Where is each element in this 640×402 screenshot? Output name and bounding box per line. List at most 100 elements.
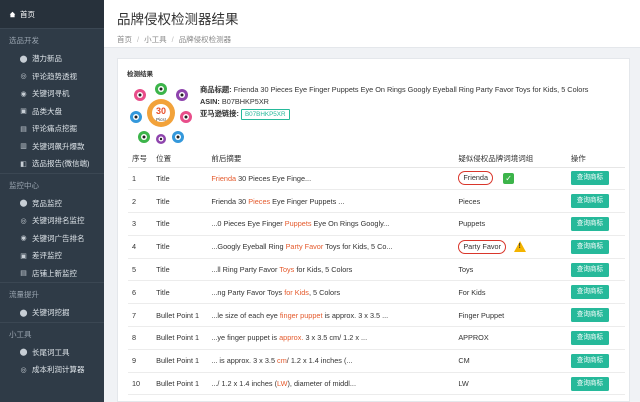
suspected-term: For Kids [458,287,486,297]
row-term-cell: Party Favor! [458,235,571,259]
row-number: 3 [128,212,157,236]
row-position: Bullet Point 1 [156,326,212,350]
product-image: 30 Pics! [128,81,194,145]
context-highlight: Pieces [248,196,271,206]
sidebar-item[interactable]: ▤ 店铺上新监控 [0,265,104,283]
check-icon: ✓ [503,172,515,184]
result-panel: 检测结果 30 Pics! 商品标题: Frienda 30 Pieces Ey… [117,58,630,402]
sidebar-item[interactable]: ▤ 评论痛点挖掘 [0,120,104,138]
sidebar-section-title: 流量提升 [0,282,104,304]
sidebar-item[interactable]: ▣ 品类大盘 [0,103,104,121]
query-trademark-button[interactable]: 查询商标 [570,308,610,323]
row-action-cell: 查询商标 [570,303,625,328]
row-action-cell: 查询商标 [570,372,625,396]
product-summary: 30 Pics! 商品标题: Frienda 30 Pieces Eye Fin… [128,81,623,145]
context-after: for Kids, 5 Colors [294,265,353,275]
sidebar-item[interactable]: ◎ 成本利润计算器 [0,361,104,379]
context-before: ...ng Party Favor Toys [211,287,285,297]
sidebar-item[interactable]: ⬤ 竞品监控 [0,195,104,213]
product-link-line: 亚马逊链接: B07BHKP5XR [200,108,588,120]
table-row: 9 Bullet Point 1... is approx. 3 x 3.5 cm… [128,349,625,373]
sidebar-item[interactable]: ▣ 差评监控 [0,247,104,265]
row-term-cell: Finger Puppet [458,303,571,328]
suspected-term: Finger Puppet [458,310,505,320]
panel-label: 检测结果 [127,71,153,78]
context-before: Frienda 30 [211,196,249,206]
query-trademark-button[interactable]: 查询商标 [570,285,610,300]
context-before: ...ye finger puppet is [211,333,280,343]
sidebar-item[interactable]: ◧ 选品报告(微信端) [0,155,104,173]
sidebar-item[interactable]: ⬤ 潜力新品 [0,50,104,68]
context-highlight: Toys [279,265,295,275]
sidebar-item[interactable]: ◎ 评论趋势透视 [0,68,104,86]
row-position: Title [156,189,212,214]
breadcrumb-tools[interactable]: 小工具 [144,35,167,44]
table-row: 2 Title Frienda 30 Pieces Eye Finger Puppe… [128,189,625,214]
row-context: ...ll Ring Party Favor Toys for Kids, 5 … [211,258,459,282]
sidebar-item-label: 差评监控 [32,251,62,261]
product-title-label: 商品标题: [200,85,232,94]
context-highlight: cm [277,356,287,366]
query-trademark-button[interactable]: 查询商标 [570,171,610,186]
sidebar-item[interactable]: ⬤ 关键词挖掘 [0,304,104,322]
suspected-term: CM [458,356,470,366]
sidebar-section-title: 小工具 [0,321,104,344]
col-header-term: 疑似侵权品牌词境词组 [458,151,571,168]
amazon-link[interactable]: B07BHKP5XR [240,108,290,120]
query-trademark-button[interactable]: 查询商标 [570,353,610,368]
sidebar-item-label: 评论趋势透视 [32,71,77,81]
row-action-cell: 查询商标 [570,167,625,191]
row-context: Frienda 30 Pieces Eye Finge... [211,167,459,191]
table-row: 6 Title ...ng Party Favor Toys for Kids, 5… [128,280,625,305]
row-action-cell: 查询商标 [570,235,625,259]
row-action-cell: 查询商标 [570,326,625,350]
sidebar-home-label: 首页 [20,9,35,19]
sidebar-item-label: 竞品监控 [32,198,62,208]
query-trademark-button[interactable]: 查询商标 [570,239,610,254]
menu-item-icon: ⬤ [19,200,28,208]
row-term-cell: LW [458,372,571,396]
sidebar-item[interactable]: ◎ 关键词排名监控 [0,212,104,230]
sidebar-section-title: 监控中心 [0,172,104,195]
row-number: 9 [128,349,157,373]
suspected-term: LW [458,379,469,389]
sidebar-item[interactable]: ⬤ 长尾词工具 [0,344,104,362]
menu-item-icon: ▤ [20,125,27,133]
row-number: 4 [128,235,157,259]
row-term-cell: Puppets [458,212,571,236]
sidebar-item[interactable]: ◉ 关键词寻机 [0,85,104,103]
menu-item-icon: ⬤ [19,55,28,63]
breadcrumb-home[interactable]: 首页 [117,35,132,44]
context-before: ...0 Pieces Eye Finger [211,219,285,229]
sidebar-item-label: 选品报告(微信端) [32,159,90,169]
context-highlight: Frienda [211,173,237,183]
query-trademark-button[interactable]: 查询商标 [570,330,610,345]
col-header-action: 操作 [570,151,625,168]
context-highlight: finger puppet [279,310,323,320]
sidebar-item[interactable]: ◉ 关键词广告排名 [0,230,104,248]
query-trademark-button[interactable]: 查询商标 [570,376,610,391]
query-trademark-button[interactable]: 查询商标 [570,262,610,277]
sidebar-item-label: 成本利润计算器 [32,365,85,375]
row-position: Bullet Point 1 [156,349,212,373]
col-header-no: 序号 [128,151,157,168]
col-header-context: 前后摘要 [211,151,459,168]
row-number: 1 [128,167,157,191]
query-trademark-button[interactable]: 查询商标 [570,216,610,231]
suspected-term: Toys [458,265,474,275]
row-position: Title [156,167,212,191]
row-number: 8 [128,326,157,350]
menu-item-icon: ◎ [20,366,27,374]
main-content: 品牌侵权检测器结果 首页 / 小工具 / 品牌侵权检测器 检测结果 30 Pic… [104,0,640,402]
menu-item-icon: ▤ [20,270,27,278]
sidebar-item-home[interactable]: 首页 [0,0,104,28]
context-after: is approx. 3 x 3.5 ... [322,310,389,320]
table-header-row: 序号 位置 前后摘要 疑似侵权品牌词境词组 操作 [128,151,625,168]
product-badge-text: Pics! [156,117,166,122]
sidebar-item[interactable]: ▥ 关键词飙升爆款 [0,138,104,156]
sidebar-item-label: 店铺上新监控 [32,268,77,278]
table-row: 3 Title ...0 Pieces Eye Finger Puppets Eye… [128,212,625,236]
query-trademark-button[interactable]: 查询商标 [570,194,610,209]
product-link-label: 亚马逊链接: [200,109,239,118]
row-action-cell: 查询商标 [570,349,625,373]
